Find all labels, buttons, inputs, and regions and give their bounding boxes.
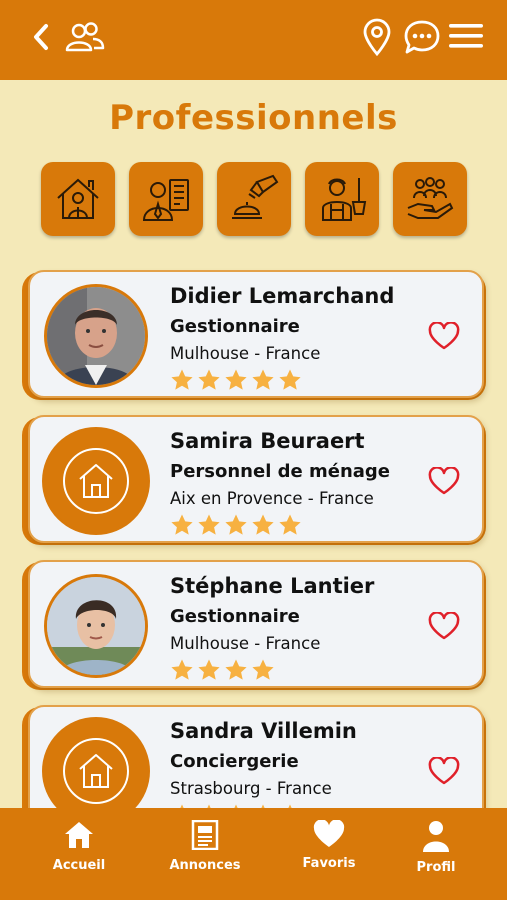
star-icon [252,659,274,680]
professional-role: Conciergerie [170,751,299,772]
professional-role: Personnel de ménage [170,461,391,482]
category-housekeeping-button[interactable] [305,162,379,236]
avatar [44,719,148,808]
tab-annonces[interactable]: Annonces [166,819,244,873]
tab-label: Annonces [169,858,241,873]
professional-location: Strasbourg - France [170,779,332,798]
avatar [44,284,148,388]
star-icon [171,369,193,390]
rating-stars [170,368,302,392]
professional-card[interactable]: Sandra Villemin Conciergerie Strasbourg … [22,705,486,808]
star-icon [171,659,193,680]
star-icon [225,514,247,535]
professional-name: Sandra Villemin [170,719,357,743]
star-icon [279,514,301,535]
heart-icon[interactable] [428,321,460,354]
professional-location: Mulhouse - France [170,344,321,363]
heart-icon [313,819,345,847]
house-person-icon [57,178,99,219]
top-bar [0,0,507,80]
community-hand-icon [407,177,454,219]
star-icon [198,514,220,535]
heart-icon[interactable] [428,756,460,789]
tab-label: Accueil [52,858,106,873]
professional-location: Mulhouse - France [170,634,321,653]
page-title: Professionnels [109,98,398,138]
professional-role: Gestionnaire [170,316,300,337]
star-icon [225,659,247,680]
category-bar [41,162,467,236]
hamburger-icon[interactable] [448,22,484,54]
tab-favoris[interactable]: Favoris [300,819,358,871]
avatar [44,429,148,533]
house-outline-icon [63,448,129,514]
heart-icon[interactable] [428,466,460,499]
rating-stars [170,658,275,682]
star-icon [225,369,247,390]
category-manager-button[interactable] [129,162,203,236]
professional-name: Samira Beuraert [170,429,365,453]
professional-card[interactable]: Samira Beuraert Personnel de ménage Aix … [22,415,486,545]
professional-role: Gestionnaire [170,606,300,627]
chevron-left-icon[interactable] [30,22,52,56]
home-icon [65,822,93,848]
professional-name: Stéphane Lantier [170,574,375,598]
map-pin-icon[interactable] [362,18,392,60]
professional-location: Aix en Provence - France [170,489,374,508]
professional-card[interactable]: Stéphane Lantier Gestionnaire Mulhouse -… [22,560,486,690]
star-icon [171,514,193,535]
tab-label: Favoris [302,856,356,871]
star-icon [252,514,274,535]
chat-bubble-icon[interactable] [403,19,441,59]
service-bell-icon [232,174,279,219]
bottom-tab-bar: Accueil Annonces Favoris Profil [0,808,507,900]
rating-stars [170,513,302,537]
professional-card[interactable]: Didier Lemarchand Gestionnaire Mulhouse … [22,270,486,400]
category-house-button[interactable] [41,162,115,236]
avatar [44,574,148,678]
category-service-button[interactable] [217,162,291,236]
tab-label: Profil [416,860,456,875]
professional-name: Didier Lemarchand [170,284,395,308]
newspaper-icon [191,819,219,851]
heart-icon[interactable] [428,611,460,644]
star-icon [198,369,220,390]
manager-list-icon [142,179,189,221]
star-icon [279,369,301,390]
users-icon[interactable] [64,20,106,58]
category-community-button[interactable] [393,162,467,236]
house-outline-icon [63,738,129,804]
professional-list: Didier Lemarchand Gestionnaire Mulhouse … [0,260,507,808]
housekeeper-icon [322,178,367,221]
tab-profil[interactable]: Profil [410,820,462,875]
star-icon [198,659,220,680]
user-icon [423,821,449,852]
tab-accueil[interactable]: Accueil [46,820,112,873]
star-icon [252,369,274,390]
